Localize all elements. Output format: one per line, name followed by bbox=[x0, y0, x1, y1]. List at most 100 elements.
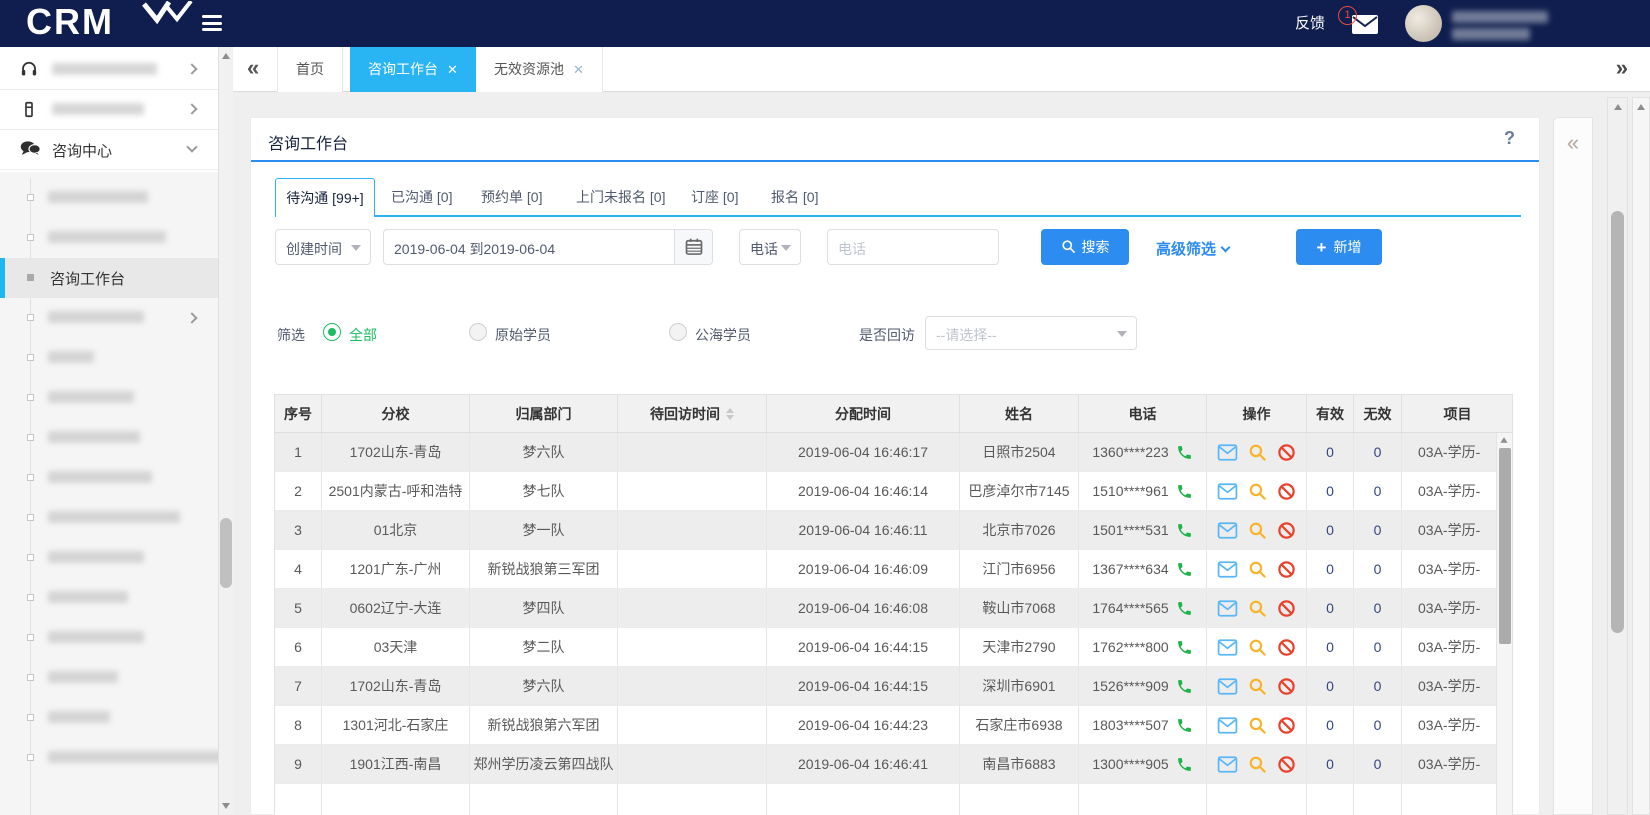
magnifier-op-icon[interactable] bbox=[1248, 677, 1267, 696]
sort-icon[interactable] bbox=[726, 408, 734, 420]
avatar[interactable] bbox=[1405, 5, 1442, 42]
table-scrollbar[interactable] bbox=[1496, 433, 1512, 815]
sidebar-subitem-redacted[interactable] bbox=[0, 578, 218, 618]
mail-op-icon[interactable] bbox=[1217, 561, 1238, 578]
tab-home[interactable]: 首页 bbox=[277, 47, 343, 92]
cell-phone[interactable]: 1762****800 bbox=[1079, 628, 1207, 666]
sidebar-subitem-redacted[interactable] bbox=[0, 658, 218, 698]
revisit-select[interactable]: --请选择-- bbox=[925, 316, 1137, 350]
radio-all[interactable] bbox=[323, 323, 341, 341]
call-icon[interactable] bbox=[1176, 483, 1193, 500]
block-op-icon[interactable] bbox=[1277, 716, 1296, 735]
feedback-link[interactable]: 反馈 bbox=[1295, 0, 1325, 47]
mail-op-icon[interactable] bbox=[1217, 756, 1238, 773]
block-op-icon[interactable] bbox=[1277, 482, 1296, 501]
magnifier-op-icon[interactable] bbox=[1248, 599, 1267, 618]
cell-phone[interactable]: 1803****507 bbox=[1079, 706, 1207, 744]
sidebar-subitem-redacted[interactable] bbox=[0, 458, 218, 498]
scroll-up-icon[interactable] bbox=[222, 53, 230, 59]
block-op-icon[interactable] bbox=[1277, 599, 1296, 618]
tab-appointment[interactable]: 预约单 [0] bbox=[481, 187, 542, 207]
sidebar-subitem-redacted[interactable] bbox=[0, 618, 218, 658]
mail-op-icon[interactable] bbox=[1217, 717, 1238, 734]
radio-public-pool-students[interactable] bbox=[669, 323, 687, 341]
block-op-icon[interactable] bbox=[1277, 755, 1296, 774]
tabs-scroll-left-icon[interactable]: « bbox=[247, 55, 259, 81]
sidebar-subitem-workbench[interactable]: 咨询工作台 bbox=[0, 258, 218, 298]
cell-ops[interactable] bbox=[1207, 667, 1307, 705]
block-op-icon[interactable] bbox=[1277, 638, 1296, 657]
cell-phone[interactable]: 1300****905 bbox=[1079, 745, 1207, 783]
radio-public-label[interactable]: 公海学员 bbox=[695, 325, 751, 345]
cell-ops[interactable] bbox=[1207, 472, 1307, 510]
cell-phone[interactable]: 1367****634 bbox=[1079, 550, 1207, 588]
block-op-icon[interactable] bbox=[1277, 560, 1296, 579]
call-icon[interactable] bbox=[1176, 561, 1193, 578]
table-row[interactable]: 603天津梦二队2019-06-04 16:44:15天津市27901762**… bbox=[275, 628, 1512, 667]
cell-ops[interactable] bbox=[1207, 589, 1307, 627]
cell-phone[interactable]: 1510****961 bbox=[1079, 472, 1207, 510]
cell-ops[interactable] bbox=[1207, 550, 1307, 588]
mail-op-icon[interactable] bbox=[1217, 522, 1238, 539]
close-icon[interactable]: ✕ bbox=[573, 62, 584, 77]
mail-op-icon[interactable] bbox=[1217, 483, 1238, 500]
cell-ops[interactable] bbox=[1207, 706, 1307, 744]
tab-workbench[interactable]: 咨询工作台✕ bbox=[350, 47, 477, 92]
call-icon[interactable] bbox=[1176, 756, 1193, 773]
table-scroll-thumb[interactable] bbox=[1499, 448, 1511, 644]
scroll-up-icon[interactable] bbox=[1614, 104, 1622, 110]
table-row[interactable]: 71702山东-青岛梦六队2019-06-04 16:44:15深圳市69011… bbox=[275, 667, 1512, 706]
sidebar-scrollbar[interactable] bbox=[218, 47, 233, 815]
tab-seat-booking[interactable]: 订座 [0] bbox=[691, 187, 738, 207]
tab-registered[interactable]: 报名 [0] bbox=[771, 187, 818, 207]
call-icon[interactable] bbox=[1176, 639, 1193, 656]
magnifier-op-icon[interactable] bbox=[1248, 443, 1267, 462]
table-row[interactable]: 41201广东-广州新锐战狼第三军团2019-06-04 16:46:09江门市… bbox=[275, 550, 1512, 589]
sidebar-subitem-redacted[interactable] bbox=[0, 378, 218, 418]
table-row[interactable]: 301北京梦一队2019-06-04 16:46:11北京市70261501**… bbox=[275, 511, 1512, 550]
calendar-button[interactable] bbox=[674, 230, 712, 264]
tab-invalid-pool[interactable]: 无效资源池✕ bbox=[476, 47, 603, 92]
sidebar-subitem-redacted[interactable] bbox=[0, 178, 218, 218]
cell-ops[interactable] bbox=[1207, 628, 1307, 666]
block-op-icon[interactable] bbox=[1277, 677, 1296, 696]
scroll-up-icon[interactable] bbox=[1637, 104, 1645, 110]
mail-icon[interactable]: 1 bbox=[1352, 15, 1378, 34]
search-button[interactable]: 搜索 bbox=[1041, 229, 1129, 265]
time-field-select[interactable]: 创建时间 bbox=[275, 229, 371, 265]
date-range-input[interactable]: 2019-06-04 到2019-06-04 bbox=[383, 229, 713, 265]
radio-original-label[interactable]: 原始学员 bbox=[495, 325, 551, 345]
call-icon[interactable] bbox=[1176, 678, 1193, 695]
sidebar-subitem-redacted[interactable] bbox=[0, 738, 218, 778]
cell-ops[interactable] bbox=[1207, 433, 1307, 471]
table-row[interactable]: 11702山东-青岛梦六队2019-06-04 16:46:17日照市25041… bbox=[275, 433, 1512, 472]
table-header-col-callback-time[interactable]: 待回访时间 bbox=[618, 395, 767, 432]
magnifier-op-icon[interactable] bbox=[1248, 521, 1267, 540]
advanced-filter-link[interactable]: 高级筛选 bbox=[1156, 238, 1229, 259]
add-button[interactable]: +新增 bbox=[1296, 229, 1382, 265]
sidebar-subitem-redacted[interactable] bbox=[0, 298, 218, 338]
block-op-icon[interactable] bbox=[1277, 521, 1296, 540]
radio-original-students[interactable] bbox=[469, 323, 487, 341]
sidebar-item-consult-center[interactable]: 咨询中心 bbox=[0, 130, 218, 170]
cell-phone[interactable]: 1526****909 bbox=[1079, 667, 1207, 705]
magnifier-op-icon[interactable] bbox=[1248, 755, 1267, 774]
tab-pending-communication[interactable]: 待沟通 [99+] bbox=[275, 178, 375, 217]
sidebar-subitem-redacted[interactable] bbox=[0, 538, 218, 578]
sidebar-scroll-thumb[interactable] bbox=[220, 518, 232, 588]
block-op-icon[interactable] bbox=[1277, 443, 1296, 462]
magnifier-op-icon[interactable] bbox=[1248, 482, 1267, 501]
table-row[interactable]: 81301河北-石家庄新锐战狼第六军团2019-06-04 16:44:23石家… bbox=[275, 706, 1512, 745]
cell-ops[interactable] bbox=[1207, 511, 1307, 549]
table-row[interactable]: 22501内蒙古-呼和浩特梦七队2019-06-04 16:46:14巴彦淖尔市… bbox=[275, 472, 1512, 511]
call-icon[interactable] bbox=[1176, 717, 1193, 734]
mail-op-icon[interactable] bbox=[1217, 600, 1238, 617]
call-icon[interactable] bbox=[1176, 444, 1193, 461]
panel-collapse-icon[interactable]: « bbox=[1554, 130, 1592, 156]
radio-all-label[interactable]: 全部 bbox=[349, 325, 377, 345]
cell-phone[interactable]: 1360****223 bbox=[1079, 433, 1207, 471]
sidebar-item-redacted-1[interactable] bbox=[0, 50, 218, 90]
call-icon[interactable] bbox=[1176, 600, 1193, 617]
close-icon[interactable]: ✕ bbox=[447, 62, 458, 77]
sidebar-subitem-redacted[interactable] bbox=[0, 498, 218, 538]
